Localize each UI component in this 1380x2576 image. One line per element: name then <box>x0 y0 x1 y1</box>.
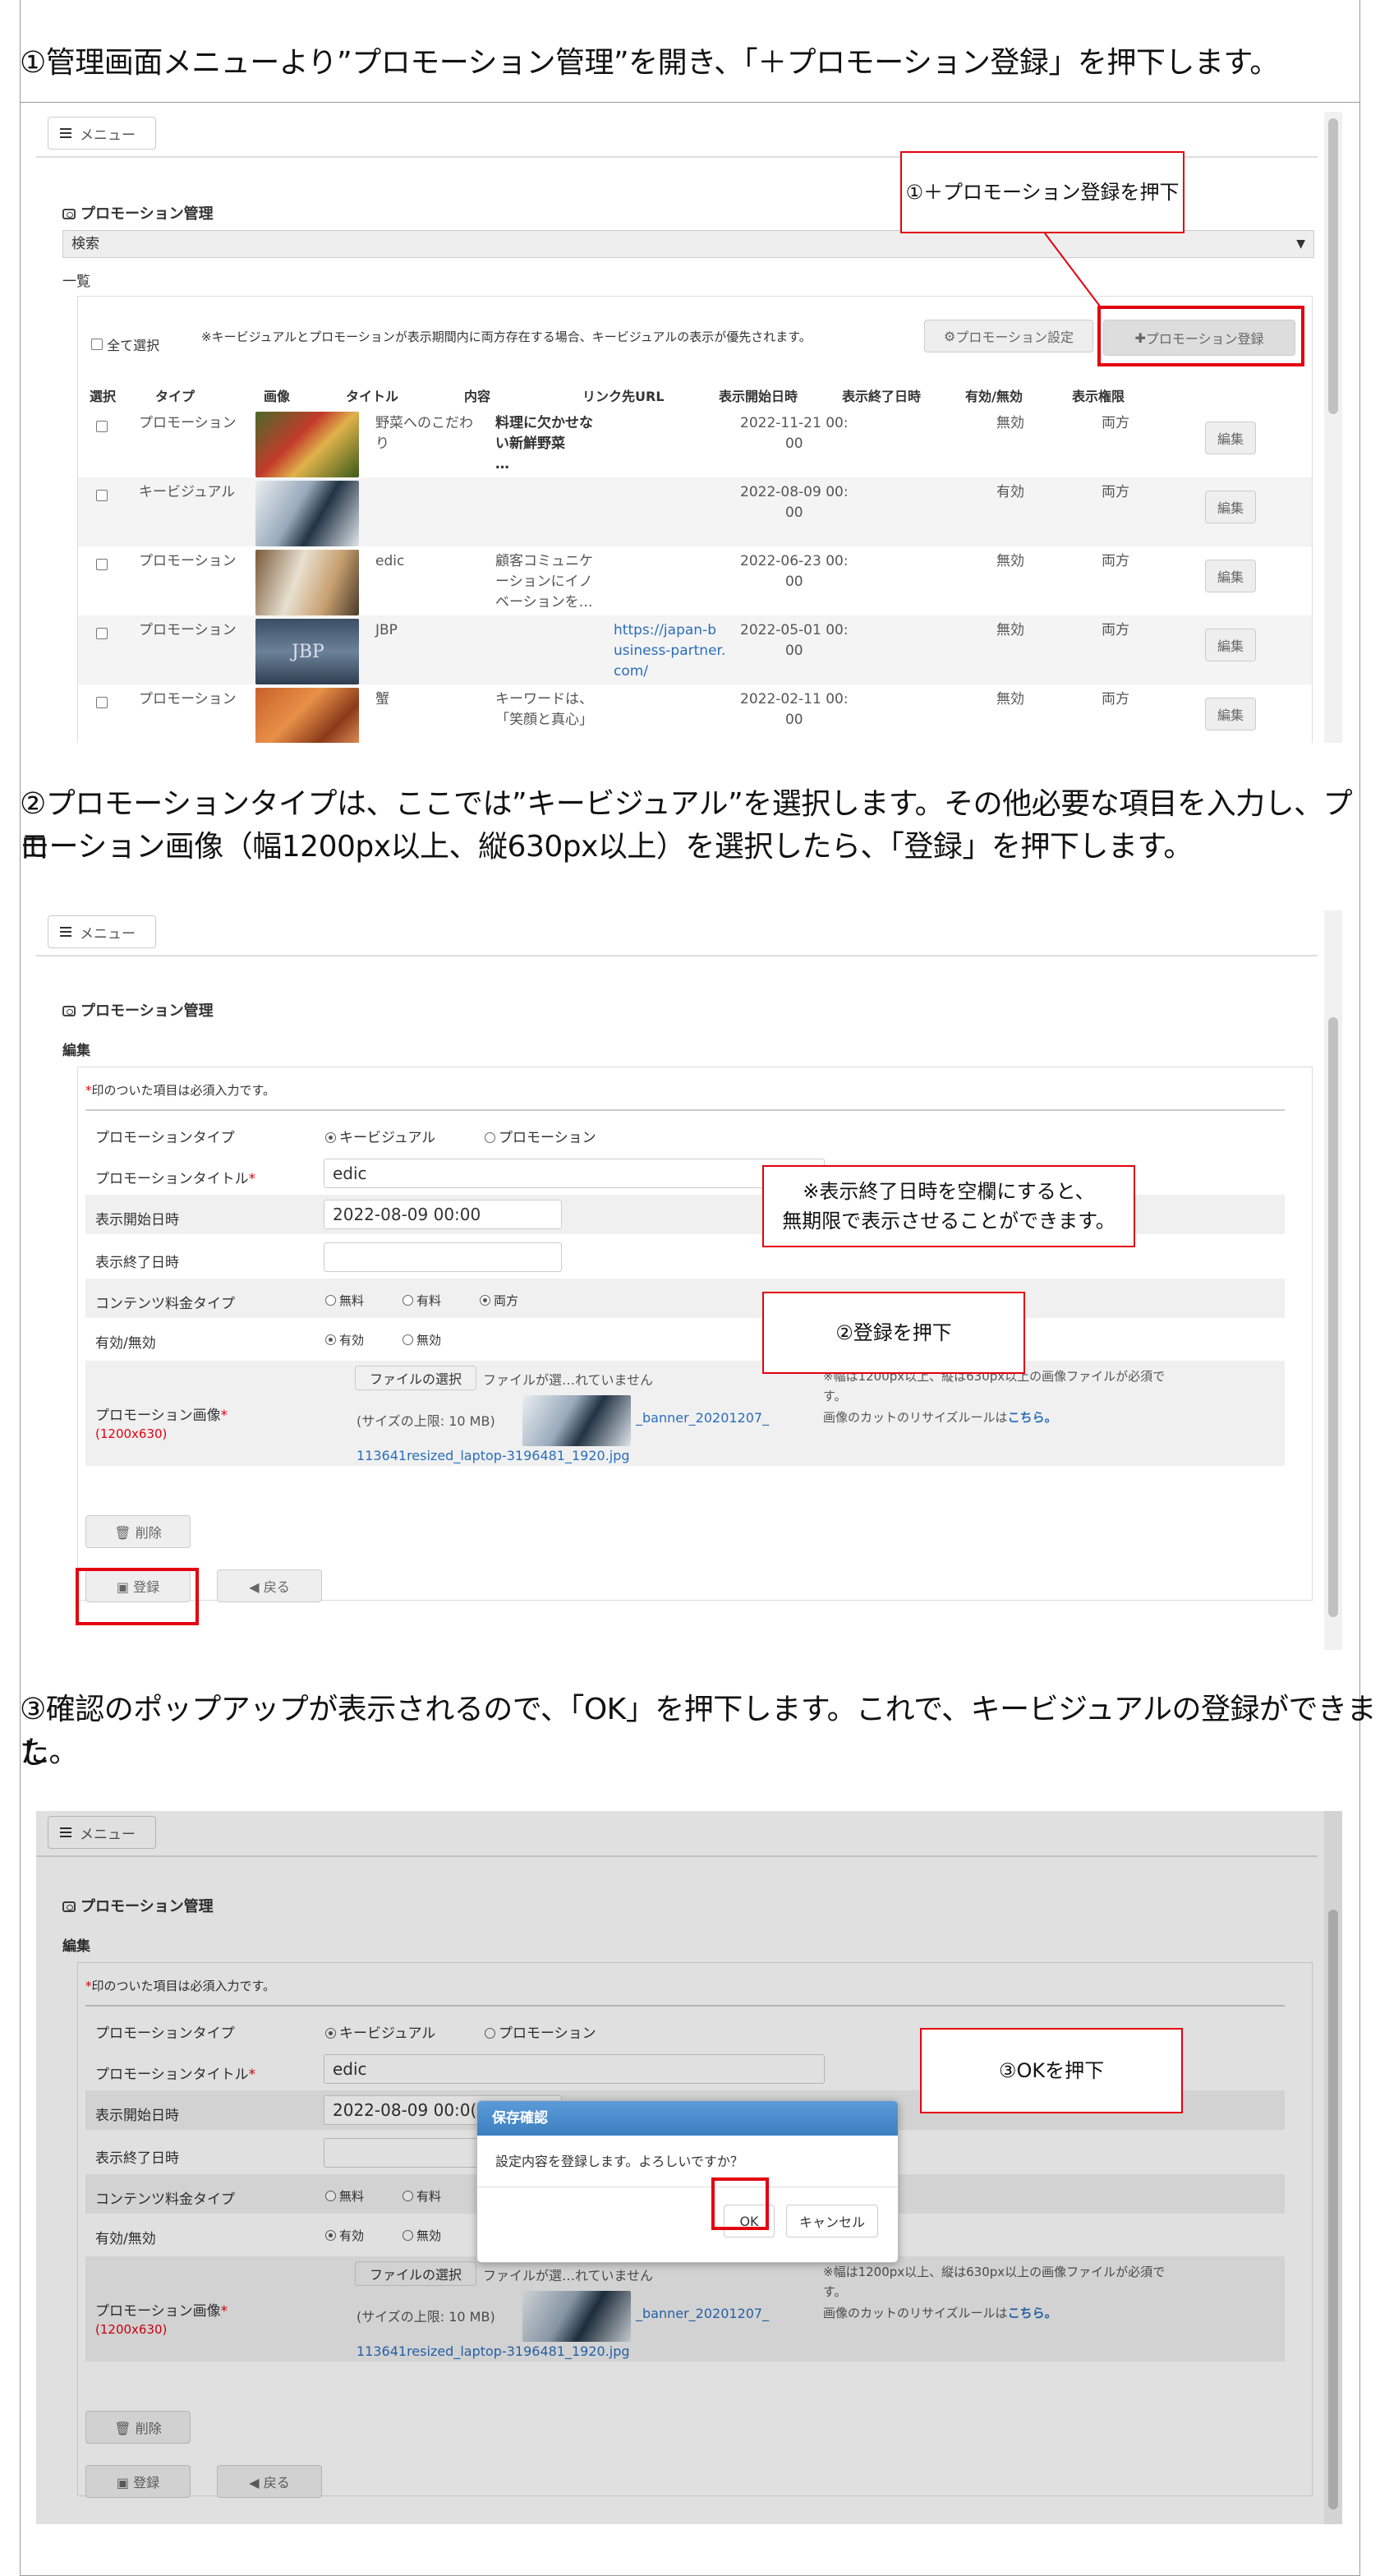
fee-radio-free[interactable]: 無料 <box>325 1292 364 1309</box>
step3-heading-b: た。 <box>20 1735 79 1769</box>
edit-label: 編集 <box>62 1043 90 1059</box>
start-label: 表示開始日時 <box>95 1212 179 1228</box>
end-label: 表示終了日時 <box>95 1255 179 1271</box>
callout-save: ②登録を押下 <box>762 1292 1025 1374</box>
rule-link[interactable]: こちら。 <box>1008 1410 1057 1425</box>
image-label: プロモーション画像* <box>95 1408 228 1424</box>
top-bar: メニュー <box>36 910 1318 956</box>
cancel-button[interactable]: キャンセル <box>786 2205 878 2237</box>
image-size: (1200x630) <box>95 1426 168 1441</box>
callout-end-date: ※表示終了日時を空欄にすると、 無期限で表示させることができます。 <box>762 1165 1135 1247</box>
callout-ok: ③OKを押下 <box>920 2028 1183 2113</box>
title-input[interactable]: edic <box>324 1159 825 1188</box>
image-note-3: 画像のカットのリサイズルールはこちら。 <box>823 1410 1057 1425</box>
end-input[interactable] <box>324 1242 562 1272</box>
highlight-save <box>76 1568 199 1625</box>
menu-button[interactable]: メニュー <box>48 915 156 948</box>
type-radio-keyvisual[interactable]: キービジュアル <box>325 1126 435 1146</box>
scrollbar[interactable] <box>1324 910 1342 1650</box>
active-radio-off[interactable]: 無効 <box>402 1331 441 1348</box>
scrollbar-thumb[interactable] <box>1328 1017 1338 1617</box>
type-label: プロモーションタイプ <box>95 1130 235 1146</box>
file-select-button[interactable]: ファイルの選択 <box>355 1366 476 1390</box>
screenshot-confirm: メニュー プロモーション管理 編集 *印のついた項目は必須入力です。 プロモーションタ… <box>36 1811 1342 2524</box>
fee-radio-both[interactable]: 両方 <box>480 1292 518 1309</box>
size-limit: (サイズの上限: 10 MB) <box>356 1413 495 1429</box>
type-radio-promotion[interactable]: プロモーション <box>485 1126 596 1146</box>
hamburger-icon <box>60 927 71 937</box>
dialog-message: 設定内容を登録します。よろしいですか？ <box>495 2154 743 2169</box>
back-button[interactable]: ◀ 戻る <box>217 1569 322 1602</box>
dialog-title: 保存確認 <box>477 2101 898 2136</box>
start-input[interactable]: 2022-08-09 00:00 <box>324 1200 562 1229</box>
fee-radio-paid[interactable]: 有料 <box>402 1292 441 1309</box>
required-note: *印のついた項目は必須入力です。 <box>85 1083 276 1098</box>
file-status: ファイルが選…れていません <box>483 1372 654 1388</box>
arrow-line-1 <box>1044 233 1102 308</box>
active-radio-on[interactable]: 有効 <box>325 1331 364 1348</box>
form-panel <box>77 1067 1313 1601</box>
screenshot-edit: メニュー プロモーション管理編集 *印のついた項目は必須入力です。プロモーションタ… <box>36 910 1342 1650</box>
image-preview <box>522 1395 631 1446</box>
image-note-2: す。 <box>823 1389 847 1403</box>
filename-a[interactable]: _banner_20201207_ <box>636 1410 769 1426</box>
page-title: プロモーション管理 <box>62 999 214 1021</box>
delete-button[interactable]: 🗑 削除 <box>85 1515 191 1548</box>
step3-heading-a: ③確認のポップアップが表示されるので、「OK」を押下します。これで、キービジュア… <box>20 1693 1377 1771</box>
camera-icon <box>62 1006 76 1016</box>
filename-b[interactable]: 113641resized_laptop-3196481_1920.jpg <box>356 1448 630 1463</box>
active-label: 有効/無効 <box>95 1335 156 1352</box>
confirm-dialog: 保存確認 設定内容を登録します。よろしいですか？ OK キャンセル <box>476 2100 899 2263</box>
step2-heading-b: モーション画像（幅1200px以上、縦630px以上）を選択したら、「登録」を押… <box>20 830 1193 864</box>
title-label: プロモーションタイトル* <box>95 1171 256 1187</box>
highlight-ok <box>711 2177 769 2230</box>
fee-label: コンテンツ料金タイプ <box>95 1296 235 1312</box>
